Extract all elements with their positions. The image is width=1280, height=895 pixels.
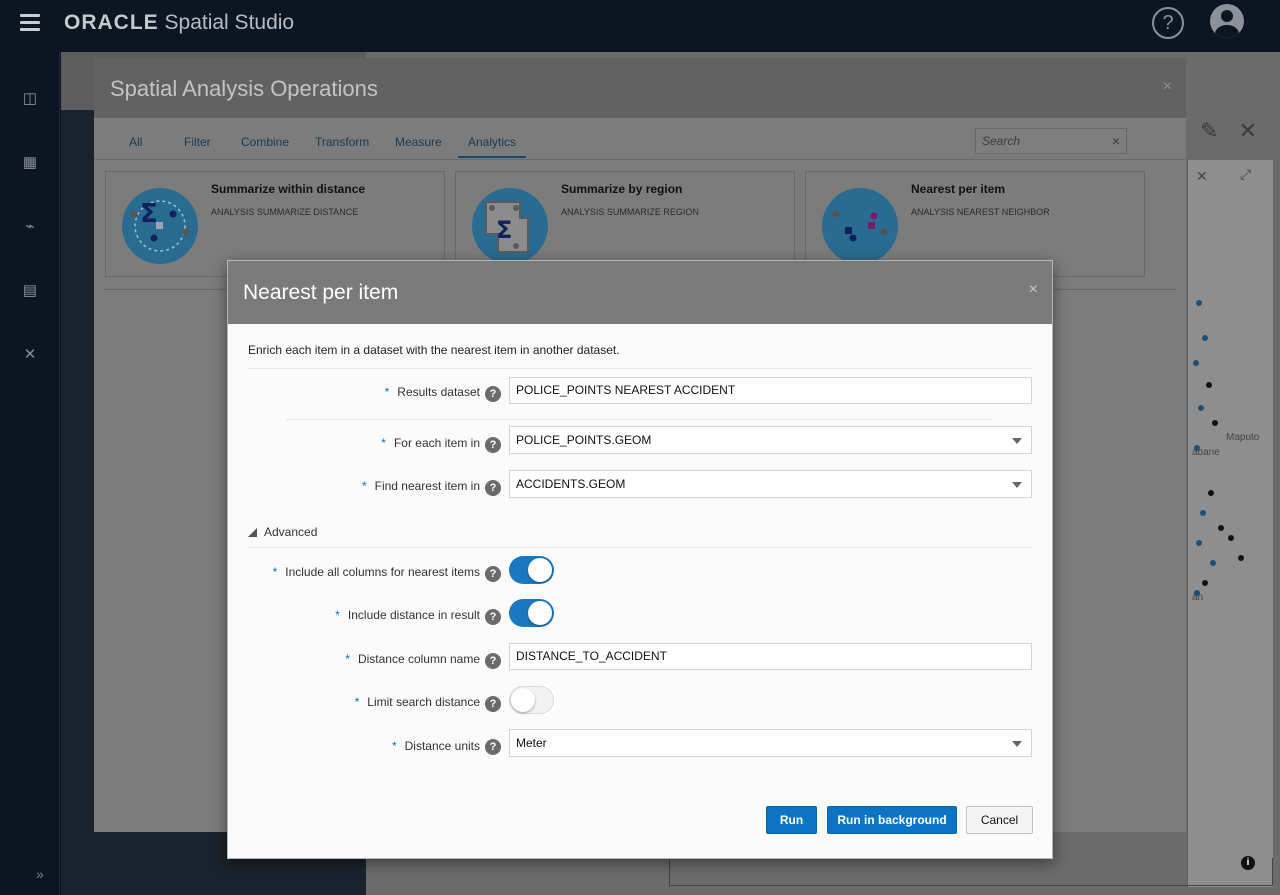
map-frame xyxy=(669,858,1273,886)
map-label-an: an xyxy=(1192,592,1204,603)
operation-code: ANALYSIS NEAREST NEIGHBOR xyxy=(911,207,1050,217)
cancel-button[interactable]: Cancel xyxy=(966,806,1033,834)
oracle-logo: ORACLE xyxy=(64,11,159,34)
operation-name: Nearest per item xyxy=(911,182,1006,196)
help-icon[interactable]: ? xyxy=(485,566,501,582)
close-icon[interactable]: × xyxy=(1163,78,1172,96)
connection-plug-icon[interactable]: ⌁ xyxy=(20,219,40,235)
operation-name: Summarize by region xyxy=(561,182,683,196)
operations-dialog-header: Spatial Analysis Operations × xyxy=(94,58,1186,118)
map-canvas[interactable]: ✕ ⤢ Maputo abane an xyxy=(1187,160,1273,887)
operation-code: ANALYSIS SUMMARIZE DISTANCE xyxy=(211,207,359,217)
for-each-item-in-select[interactable]: POLICE_POINTS.GEOM xyxy=(509,426,1032,454)
help-icon[interactable]: ? xyxy=(485,480,501,496)
required-marker: * xyxy=(335,608,340,622)
chevron-down-icon xyxy=(1012,438,1022,444)
operations-search[interactable]: × xyxy=(975,128,1127,154)
close-layer-icon[interactable]: ✕ xyxy=(1196,168,1208,185)
chevron-down-icon xyxy=(1012,482,1022,488)
tab-filter[interactable]: Filter xyxy=(184,135,211,149)
edit-pencil-icon[interactable]: ✎ xyxy=(1200,118,1218,143)
close-icon[interactable]: × xyxy=(1029,281,1038,299)
dialog-title: Nearest per item xyxy=(243,281,399,304)
help-icon[interactable]: ? xyxy=(485,696,501,712)
tab-all[interactable]: All xyxy=(129,135,142,149)
include-distance-toggle[interactable] xyxy=(509,599,554,627)
distance-column-name-input[interactable]: DISTANCE_TO_ACCIDENT xyxy=(509,643,1032,670)
distance-column-name-label: * Distance column name xyxy=(345,652,480,666)
find-nearest-item-in-label: * Find nearest item in xyxy=(361,479,480,493)
search-input[interactable] xyxy=(976,129,1104,153)
help-icon[interactable]: ? xyxy=(1152,7,1184,39)
selected-value: ACCIDENTS.GEOM xyxy=(516,477,626,491)
user-avatar[interactable] xyxy=(1210,4,1244,38)
operation-code: ANALYSIS SUMMARIZE REGION xyxy=(561,207,699,217)
expand-map-icon[interactable]: ⤢ xyxy=(1240,166,1251,183)
for-each-item-in-label: * For each item in xyxy=(381,436,480,450)
side-navigation xyxy=(0,52,60,895)
svg-text:Σ: Σ xyxy=(496,216,512,244)
info-icon[interactable]: i xyxy=(1241,856,1255,870)
divider xyxy=(286,419,992,420)
summarize-distance-icon: Σ xyxy=(122,188,198,264)
limit-search-distance-toggle[interactable] xyxy=(509,686,554,714)
run-in-background-button[interactable]: Run in background xyxy=(827,806,957,834)
map-toolbar: ✎ ✕ xyxy=(1200,118,1257,144)
operation-name: Summarize within distance xyxy=(211,182,366,196)
required-marker: * xyxy=(381,436,386,450)
required-marker: * xyxy=(354,695,360,709)
limit-search-distance-label: * Limit search distance xyxy=(354,695,480,709)
dialog-header: Nearest per item × xyxy=(228,261,1052,324)
map-label-maputo: Maputo xyxy=(1226,432,1260,443)
include-all-columns-label: * Include all columns for nearest items xyxy=(272,565,480,579)
find-nearest-item-in-select[interactable]: ACCIDENTS.GEOM xyxy=(509,470,1032,498)
required-marker: * xyxy=(361,479,367,493)
hamburger-menu-icon[interactable] xyxy=(20,14,40,34)
dataset-settings-icon[interactable]: ▤ xyxy=(20,283,40,299)
operations-dialog-title: Spatial Analysis Operations xyxy=(110,76,378,101)
required-marker: * xyxy=(272,565,278,579)
map-label-abane: abane xyxy=(1192,447,1220,458)
app-brand: ORACLE Spatial Studio xyxy=(64,11,294,35)
results-dataset-label: * Results dataset xyxy=(384,385,480,399)
clear-search-icon[interactable]: × xyxy=(1112,133,1120,149)
help-icon[interactable]: ? xyxy=(485,437,501,453)
app-header: ORACLE Spatial Studio ? xyxy=(0,0,1280,52)
required-marker: * xyxy=(384,385,390,399)
help-icon[interactable]: ? xyxy=(485,386,501,402)
required-marker: * xyxy=(391,739,397,753)
close-map-icon[interactable]: ✕ xyxy=(1239,118,1257,143)
selected-value: Meter xyxy=(516,736,547,750)
selected-value: POLICE_POINTS.GEOM xyxy=(516,433,652,447)
include-all-columns-toggle[interactable] xyxy=(509,556,554,584)
help-icon[interactable]: ? xyxy=(485,653,501,669)
run-button[interactable]: Run xyxy=(766,806,817,834)
expand-sidebar-icon[interactable]: » xyxy=(36,866,44,882)
tab-transform[interactable]: Transform xyxy=(315,135,369,149)
dashboard-icon[interactable]: ◫ xyxy=(20,91,40,107)
divider xyxy=(248,547,1032,548)
tab-analytics[interactable]: Analytics xyxy=(458,135,527,158)
tab-combine[interactable]: Combine xyxy=(241,135,289,149)
nearest-neighbor-icon xyxy=(822,188,898,264)
divider xyxy=(248,368,1032,369)
distance-units-label: * Distance units xyxy=(391,739,480,753)
help-icon[interactable]: ? xyxy=(485,739,501,755)
tools-icon[interactable]: ✕ xyxy=(20,347,40,363)
required-marker: * xyxy=(345,652,350,666)
chevron-down-icon xyxy=(1012,741,1022,747)
results-dataset-input[interactable]: POLICE_POINTS NEAREST ACCIDENT xyxy=(509,377,1032,404)
advanced-section-toggle[interactable]: Advanced xyxy=(248,525,317,539)
svg-text:Σ: Σ xyxy=(140,199,158,229)
product-name: Spatial Studio xyxy=(164,11,295,34)
table-icon[interactable]: ▦ xyxy=(20,155,40,171)
dialog-description: Enrich each item in a dataset with the n… xyxy=(248,343,620,357)
expanded-triangle-icon xyxy=(248,528,257,537)
tab-measure[interactable]: Measure xyxy=(395,135,442,149)
include-distance-label: * Include distance in result xyxy=(335,608,480,622)
nearest-per-item-dialog: Nearest per item × Enrich each item in a… xyxy=(227,260,1053,859)
help-icon[interactable]: ? xyxy=(485,609,501,625)
summarize-region-icon: Σ xyxy=(472,188,548,264)
distance-units-select[interactable]: Meter xyxy=(509,729,1032,757)
